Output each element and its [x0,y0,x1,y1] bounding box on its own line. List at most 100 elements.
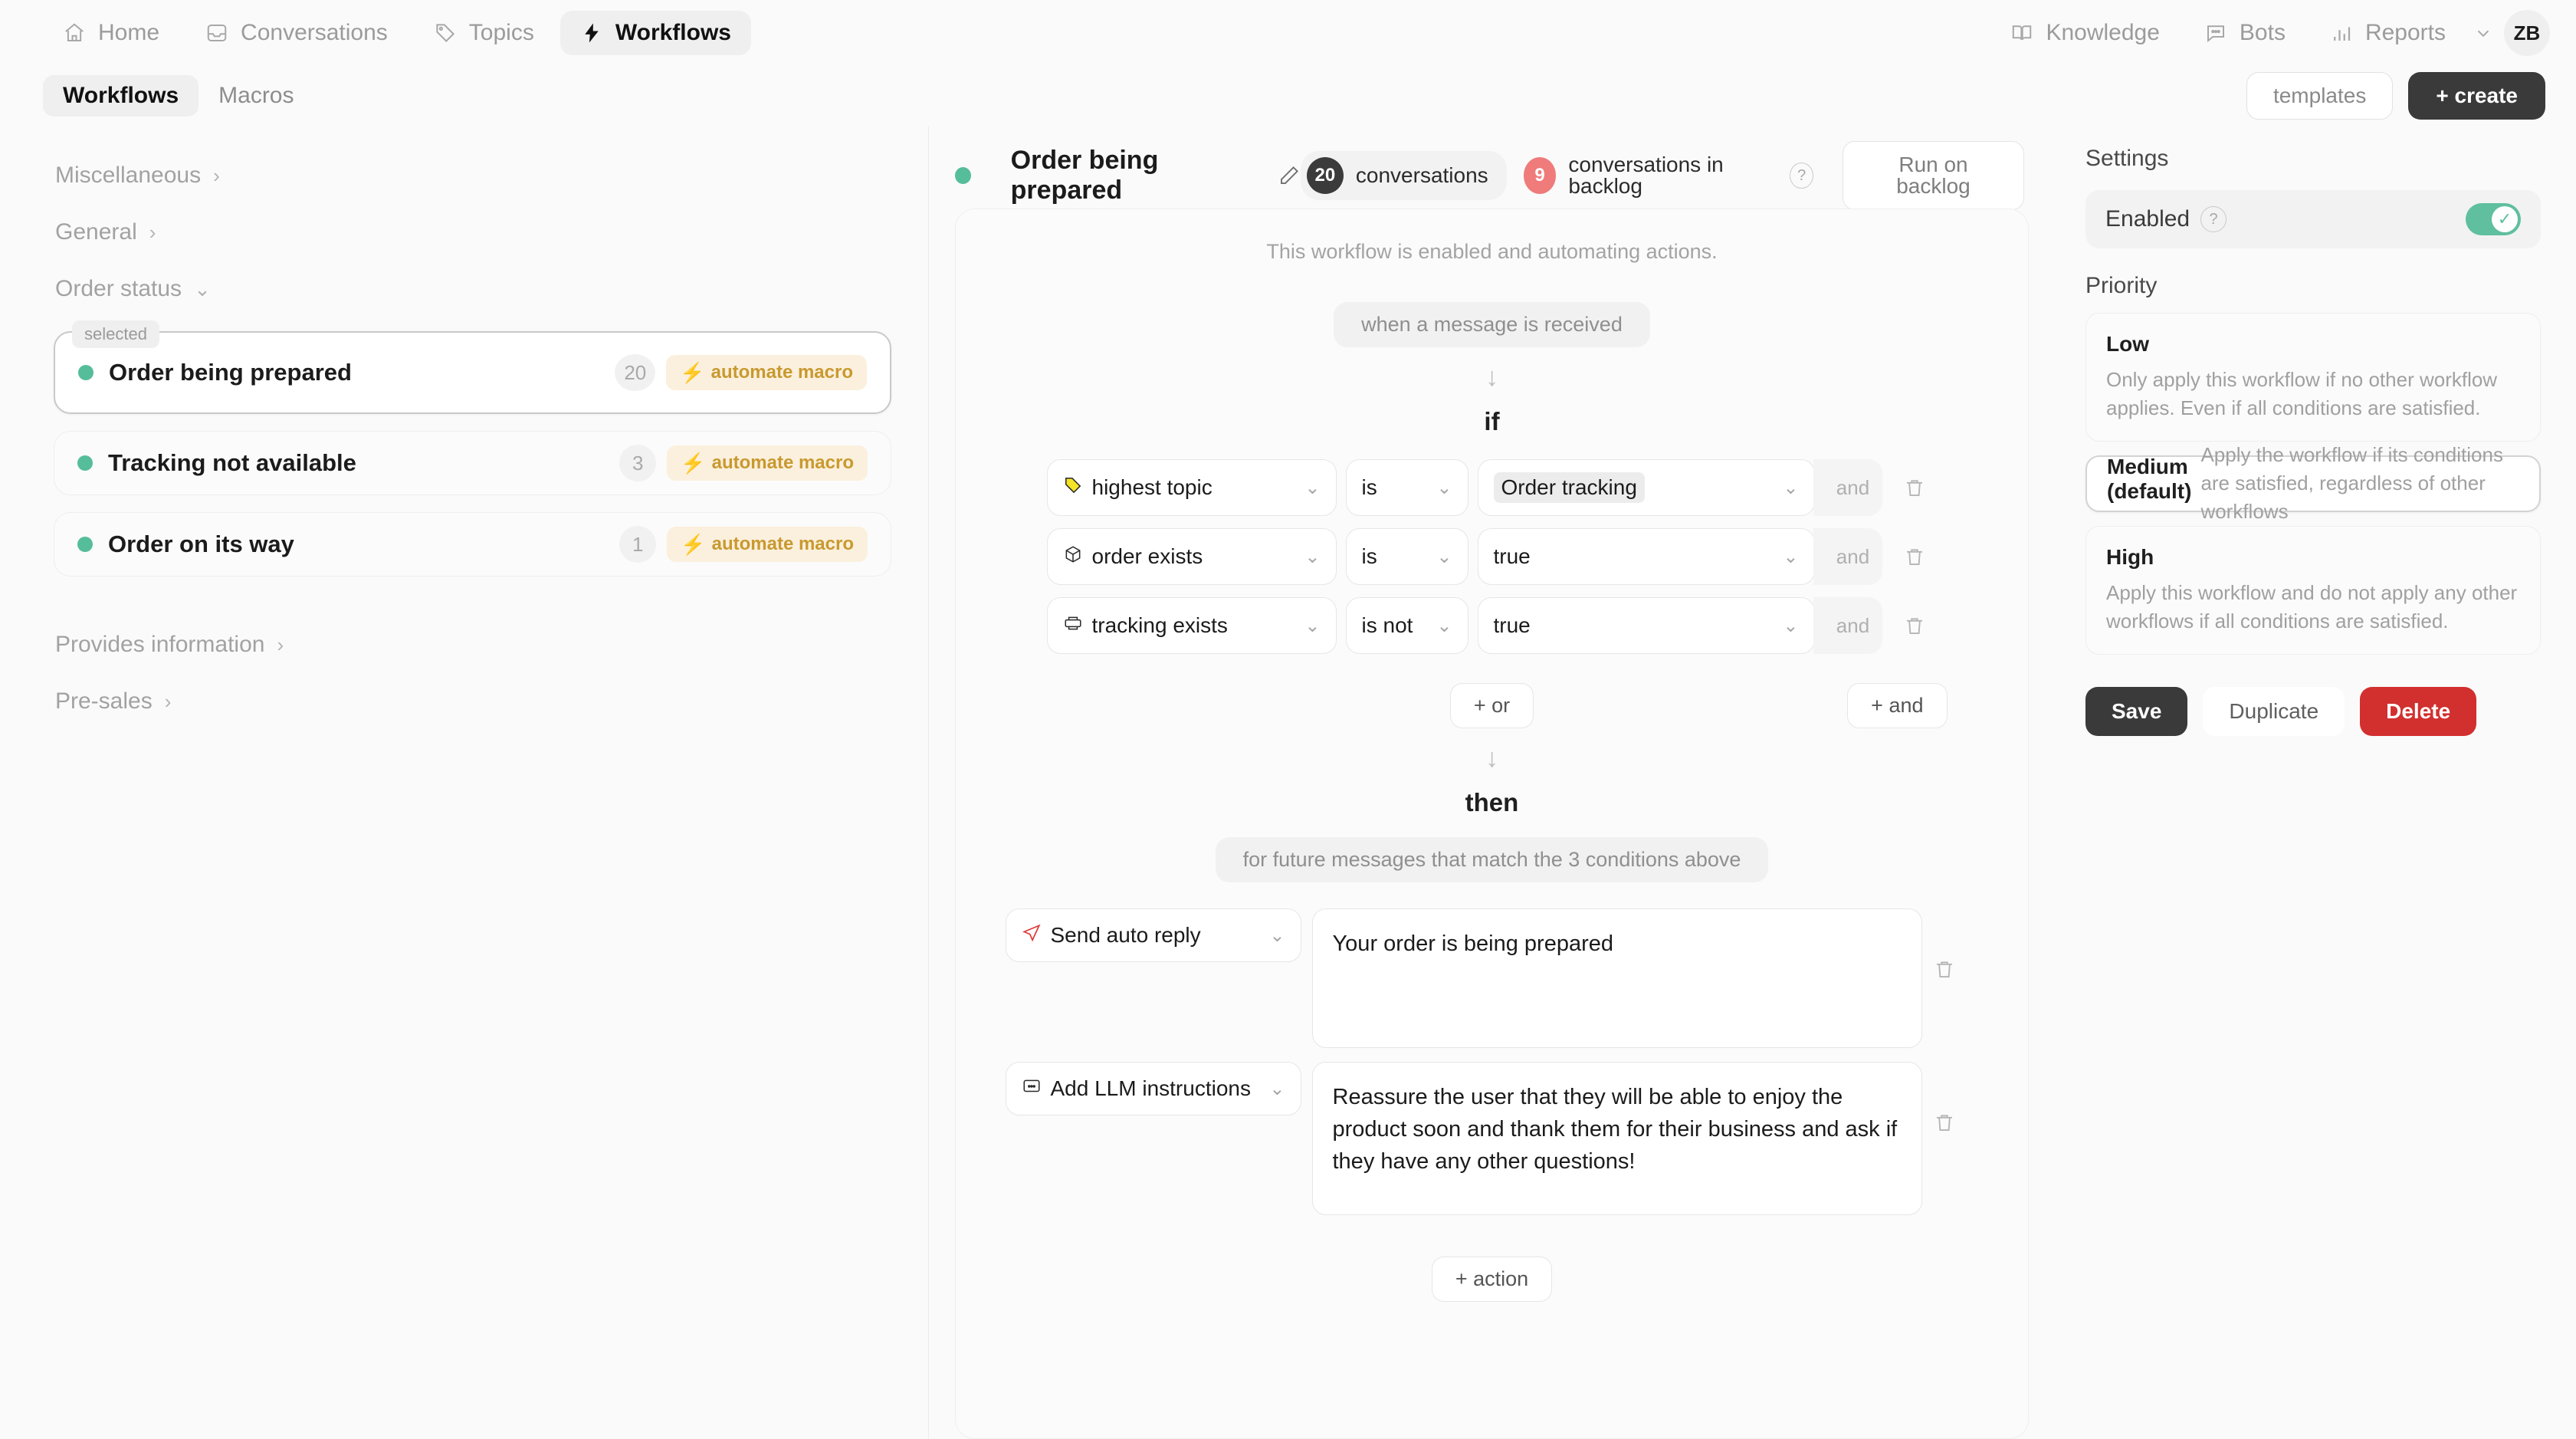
chevron-down-icon: ⌄ [1304,615,1321,636]
edit-pencil-icon[interactable] [1278,164,1301,187]
priority-name: High [2106,544,2154,569]
action-text-input[interactable] [1311,908,1922,1048]
sidebar-group-miscellaneous[interactable]: Miscellaneous › [54,147,891,204]
action-text-input[interactable] [1311,1062,1922,1215]
condition-value-select[interactable]: true ⌄ [1477,528,1815,585]
nav-item-topics[interactable]: Topics [414,11,554,55]
workflow-header: Order being prepared 20 conversations 9 … [955,141,2029,210]
status-dot [77,455,93,471]
sidebar-group-general[interactable]: General › [54,204,891,261]
workflow-list-item-order-on-its-way[interactable]: Order on its way 1 ⚡ automate macro [54,512,891,577]
enabled-setting-row: Enabled ? ✓ [2085,190,2541,248]
workflow-sidebar: Miscellaneous › General › Order status ⌄… [0,126,929,1439]
settings-title: Settings [2085,146,2169,171]
then-label: then [1465,788,1519,816]
automate-macro-badge: ⚡ automate macro [667,527,868,562]
templates-button[interactable]: templates [2246,72,2394,120]
delete-action-icon[interactable] [1933,1062,1979,1134]
workflow-name: Tracking not available [108,449,356,476]
priority-option-medium[interactable]: Medium (default) Apply the workflow if i… [2085,443,2541,523]
workflow-list-item-order-being-prepared[interactable]: selected Order being prepared 20 ⚡ autom… [54,320,891,414]
help-icon[interactable]: ? [2200,206,2227,232]
condition-field-select[interactable]: tracking exists ⌄ [1046,597,1337,654]
chevron-down-icon: ⌄ [1783,615,1799,636]
workflow-count: 20 [615,354,656,391]
chevron-right-icon: › [213,164,220,187]
tab-workflows[interactable]: Workflows [43,75,199,117]
chevron-down-icon: ⌄ [1269,925,1285,946]
condition-operator-select[interactable]: is ⌄ [1345,528,1468,585]
nav-item-home[interactable]: Home [43,11,179,55]
chevron-down-icon: ⌄ [1436,477,1452,498]
add-or-condition-button[interactable]: + or [1449,683,1534,728]
workflow-meta: 3 ⚡ automate macro [619,445,868,481]
workflow-canvas: This workflow is enabled and automating … [955,209,2029,1439]
chevron-down-icon[interactable] [2470,23,2496,43]
chevron-down-icon: ⌄ [1304,546,1321,567]
workflow-list-item-tracking-not-available[interactable]: Tracking not available 3 ⚡ automate macr… [54,431,891,495]
workflow-editor: Order being prepared 20 conversations 9 … [929,126,2055,1439]
priority-option-high[interactable]: High Apply this workflow and do not appl… [2085,525,2541,655]
sidebar-group-provides-information[interactable]: Provides information › [54,616,891,673]
add-action-button[interactable]: + action [1431,1257,1553,1302]
backlog-count: 9 [1523,157,1557,194]
conversations-count: 20 [1306,157,1344,194]
subbar-actions: templates + create [2246,72,2545,120]
nav-right-group: Knowledge Bots Reports ZB [1990,10,2550,56]
nav-label-home: Home [98,20,160,45]
conversations-label: conversations [1355,163,1488,187]
inbox-icon [205,21,228,44]
nav-item-bots[interactable]: Bots [2184,11,2305,55]
run-on-backlog-button[interactable]: Run on backlog [1842,141,2024,210]
priority-description: Only apply this workflow if no other wor… [2106,368,2498,419]
sidebar-group-pre-sales[interactable]: Pre-sales › [54,673,891,730]
action-type-select[interactable]: Send auto reply ⌄ [1005,908,1301,962]
delete-condition-icon[interactable] [1892,614,1938,637]
sidebar-group-order-status[interactable]: Order status ⌄ [54,261,891,317]
action-row: Add LLM instructions ⌄ [1005,1062,1979,1215]
duplicate-button[interactable]: Duplicate [2203,686,2345,736]
action-type-select[interactable]: Add LLM instructions ⌄ [1005,1062,1301,1115]
tab-macros[interactable]: Macros [199,75,313,117]
enabled-toggle[interactable]: ✓ [2466,203,2521,235]
macro-label: automate macro [711,452,854,473]
priority-description: Apply the workflow if its conditions are… [2200,443,2503,524]
help-icon[interactable]: ? [1790,163,1813,189]
priority-option-low[interactable]: Low Only apply this workflow if no other… [2085,313,2541,442]
status-dot [78,365,94,380]
nav-label-workflows: Workflows [615,20,731,45]
nav-item-conversations[interactable]: Conversations [185,11,408,55]
condition-field-select[interactable]: highest topic ⌄ [1046,459,1337,516]
condition-field-label: highest topic [1091,475,1213,499]
condition-operator-select[interactable]: is ⌄ [1345,459,1468,516]
condition-add-row: + or + and [1037,683,1948,728]
chevron-right-icon: › [164,690,172,713]
workflow-name: Order on its way [108,531,294,557]
delete-action-icon[interactable] [1933,908,1979,981]
bolt-icon: ⚡ [681,533,706,556]
bolt-icon: ⚡ [680,361,705,384]
nav-label-bots: Bots [2239,20,2286,45]
group-label: Provides information [55,632,265,657]
condition-value-select[interactable]: true ⌄ [1477,597,1815,654]
nav-label-reports: Reports [2364,20,2446,45]
save-button[interactable]: Save [2085,686,2188,736]
action-type-label: Send auto reply [1050,923,1201,947]
condition-field-select[interactable]: order exists ⌄ [1046,528,1337,585]
condition-operator-select[interactable]: is not ⌄ [1345,597,1468,654]
conditions-list: highest topic ⌄ is ⌄ Order tracking ⌄ an… [956,459,2028,728]
add-and-condition-button[interactable]: + and [1847,683,1948,728]
avatar[interactable]: ZB [2504,10,2550,56]
priority-name: Low [2106,332,2149,356]
condition-value-select[interactable]: Order tracking ⌄ [1477,459,1815,516]
delete-button[interactable]: Delete [2360,686,2477,736]
nav-item-reports[interactable]: Reports [2310,11,2466,55]
create-button[interactable]: + create [2408,72,2545,120]
delete-condition-icon[interactable] [1892,476,1938,499]
condition-operator-label: is [1361,475,1377,499]
delete-condition-icon[interactable] [1892,545,1938,568]
condition-row: highest topic ⌄ is ⌄ Order tracking ⌄ an… [1046,459,1938,516]
nav-item-knowledge[interactable]: Knowledge [1990,11,2179,55]
nav-item-workflows[interactable]: Workflows [560,11,751,55]
condition-field-label: tracking exists [1091,613,1228,637]
